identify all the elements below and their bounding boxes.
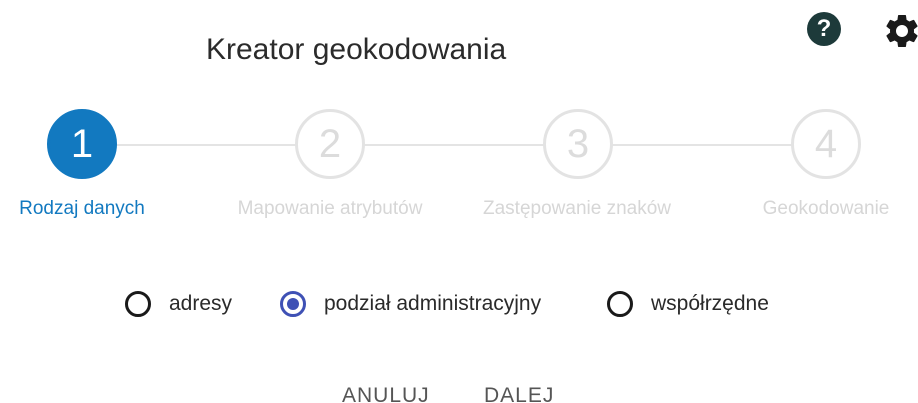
radio-button-checked[interactable] [280,291,306,317]
radio-wspolrzedne[interactable]: współrzędne [607,289,769,319]
radio-button-unchecked[interactable] [125,291,151,317]
radio-adresy[interactable]: adresy [125,289,232,319]
geocoding-wizard: Kreator geokodowania ? 1 2 3 4 Rodzaj da… [0,0,918,403]
radio-label-podzial-administracyjny: podział administracyjny [324,292,542,315]
gear-icon[interactable] [882,11,918,51]
radio-button-unchecked[interactable] [607,291,633,317]
next-button[interactable]: DALEJ [484,384,554,403]
step-3-label[interactable]: Zastępowanie znaków [483,198,671,220]
help-icon[interactable]: ? [807,12,841,46]
step-4-label[interactable]: Geokodowanie [763,198,890,220]
cancel-button[interactable]: ANULUJ [342,384,430,403]
step-1-circle[interactable]: 1 [47,109,117,179]
step-2-circle[interactable]: 2 [295,109,365,179]
step-4-circle[interactable]: 4 [791,109,861,179]
stepper-connector-line [82,144,826,146]
radio-label-wspolrzedne: współrzędne [651,292,769,315]
radio-podzial-administracyjny[interactable]: podział administracyjny [280,289,541,319]
step-2-label[interactable]: Mapowanie atrybutów [238,198,423,220]
radio-label-adresy: adresy [169,292,233,315]
page-title: Kreator geokodowania [206,33,507,66]
step-1-label[interactable]: Rodzaj danych [19,198,145,220]
step-3-circle[interactable]: 3 [543,109,613,179]
